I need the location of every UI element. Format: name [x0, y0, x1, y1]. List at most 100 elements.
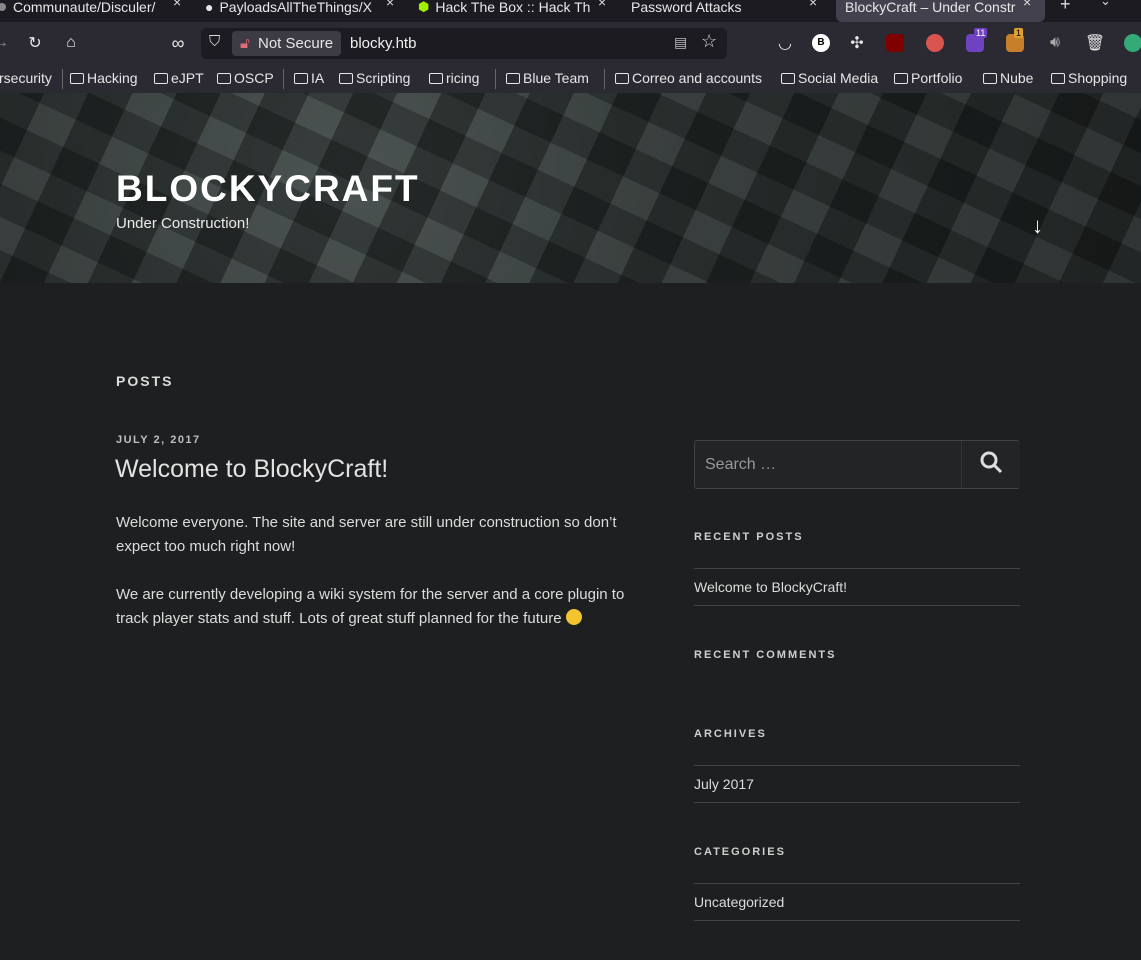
tab-bar: Communaute/Disculer/ × ● PayloadsAllTheT… — [0, 0, 1141, 22]
bookmark-folder[interactable]: Shopping — [1051, 70, 1127, 86]
bookmark-separator — [62, 69, 63, 89]
bookmark-folder[interactable]: Blue Team — [506, 70, 589, 86]
tab-blockycraft[interactable]: BlockyCraft – Under Constr × — [836, 0, 1045, 22]
archive-link[interactable]: July 2017 — [694, 766, 1020, 802]
bookmark-label: Shopping — [1068, 70, 1128, 86]
tab-hackthebox[interactable]: ⬢ Hack The Box :: Hack Th × — [418, 0, 618, 22]
tab-payloads[interactable]: ● PayloadsAllTheThings/X × — [205, 0, 405, 22]
recent-post-link[interactable]: Welcome to BlockyCraft! — [694, 569, 1020, 605]
bookmark-folder[interactable]: IA — [294, 70, 324, 86]
extension-green-icon[interactable] — [1124, 34, 1141, 52]
reload-icon[interactable]: ↻ — [24, 32, 46, 54]
post-paragraph-text: We are currently developing a wiki syste… — [116, 586, 625, 627]
private-browsing-icon[interactable]: ∞ — [167, 32, 189, 54]
not-secure-badge[interactable]: 🔓︎ Not Secure — [232, 31, 342, 56]
bookmark-folder[interactable]: Portfolio — [894, 70, 962, 86]
new-tab-button[interactable]: + — [1060, 0, 1071, 15]
folder-icon — [615, 72, 629, 84]
forward-icon[interactable]: → — [0, 32, 12, 54]
search-input[interactable] — [705, 451, 955, 479]
favicon-icon — [0, 2, 6, 11]
categories-title: CATEGORIES — [694, 846, 786, 858]
site-title[interactable]: BLOCKYCRAFT — [116, 168, 420, 210]
bookmark-label: Blue Team — [523, 70, 589, 86]
bookmark-star-icon[interactable]: ☆ — [701, 31, 717, 52]
bookmark-label: OSCP — [234, 70, 274, 86]
bookmark-folder[interactable]: ricing — [429, 70, 479, 86]
search-button[interactable] — [961, 441, 1020, 488]
post-paragraph: Welcome everyone. The site and server ar… — [116, 514, 617, 555]
navigation-toolbar: → ↻ ⌂ ∞ ⛉ 🔓︎ Not Secure blocky.htb ▤ ☆ ◡… — [0, 22, 1141, 65]
reader-icon[interactable]: ▤ — [674, 34, 687, 51]
archives-list: July 2017 — [694, 765, 1020, 803]
tab-password-attacks[interactable]: Password Attacks × — [631, 0, 826, 22]
bookmark-separator — [283, 69, 284, 89]
bookmark-label: Scripting — [356, 70, 411, 86]
category-link[interactable]: Uncategorized — [694, 884, 1020, 920]
tab-title: Hack The Box :: Hack Th — [435, 0, 591, 15]
folder-icon — [781, 72, 795, 84]
folder-icon — [1051, 72, 1065, 84]
tab-close-icon[interactable]: × — [386, 0, 394, 10]
categories-list: Uncategorized — [694, 883, 1020, 921]
list-all-tabs-icon[interactable]: ⌄ — [1100, 0, 1111, 9]
badge-count: 1 — [1014, 28, 1024, 38]
url-text[interactable]: blocky.htb — [350, 35, 416, 52]
site-description: Under Construction! — [116, 215, 250, 232]
bookmark-label: eJPT — [171, 70, 204, 86]
extension-red-icon[interactable] — [926, 34, 944, 52]
pocket-icon[interactable]: ◡ — [774, 32, 796, 54]
tab-close-icon[interactable]: × — [598, 0, 606, 10]
tab-close-icon[interactable]: × — [1023, 0, 1031, 10]
bookmark-folder[interactable]: Hacking — [70, 70, 138, 86]
search-icon — [980, 451, 1003, 473]
trash-icon[interactable]: 🗑︎ — [1084, 32, 1106, 54]
archives-title: ARCHIVES — [694, 728, 767, 740]
folder-icon — [339, 72, 353, 84]
smiley-emoji-icon — [565, 609, 582, 625]
ublock-origin-icon[interactable] — [886, 34, 904, 52]
not-secure-label: Not Secure — [258, 35, 334, 52]
github-icon: ● — [205, 0, 214, 15]
url-bar[interactable]: ⛉ 🔓︎ Not Secure blocky.htb ▤ ☆ — [201, 28, 727, 59]
folder-icon — [894, 72, 908, 84]
recent-comments-title: RECENT COMMENTS — [694, 649, 837, 661]
extension-b-icon[interactable]: B — [812, 34, 830, 52]
post-date[interactable]: JULY 2, 2017 — [116, 434, 201, 446]
tab-close-icon[interactable]: × — [809, 0, 817, 10]
folder-icon — [217, 72, 231, 84]
folder-icon — [429, 72, 443, 84]
bookmark-folder[interactable]: Social Media — [781, 70, 878, 86]
hackthebox-icon: ⬢ — [418, 0, 430, 14]
folder-icon — [154, 72, 168, 84]
bookmark-label: Social Media — [798, 70, 879, 86]
posts-heading: POSTS — [116, 373, 174, 389]
bookmark-folder[interactable]: OSCP — [217, 70, 274, 86]
bookmark-folder[interactable]: Nube — [983, 70, 1033, 86]
home-icon[interactable]: ⌂ — [60, 32, 82, 54]
bookmark-folder[interactable]: Scripting — [339, 70, 410, 86]
bookmark-label: ricing — [446, 70, 480, 86]
shield-icon[interactable]: ⛉ — [209, 33, 220, 50]
bookmark-label: Correo and accounts — [632, 70, 762, 86]
bookmark-separator — [604, 69, 605, 89]
bookmark-folder[interactable]: Correo and accounts — [615, 70, 762, 86]
folder-icon — [294, 72, 308, 84]
recent-posts-list: Welcome to BlockyCraft! — [694, 568, 1020, 606]
post-title[interactable]: Welcome to BlockyCraft! — [115, 455, 388, 484]
site-header: BLOCKYCRAFT Under Construction! ↓ — [0, 93, 1141, 283]
bookmark-label: rsecurity — [0, 70, 52, 86]
bookmark-label: Hacking — [87, 70, 138, 86]
tab-title: Communaute/Disculer/ — [13, 0, 156, 15]
tab-communaute[interactable]: Communaute/Disculer/ × — [0, 0, 195, 22]
recent-posts-title: RECENT POSTS — [694, 531, 804, 543]
extension-violet-icon[interactable]: 11 — [966, 28, 988, 52]
extension-orange-icon[interactable]: 1 — [1006, 28, 1024, 52]
speaker-icon[interactable]: 🔊︎ — [1044, 32, 1066, 54]
bookmark-folder[interactable]: eJPT — [154, 70, 204, 86]
insecure-lock-icon: 🔓︎ — [240, 35, 250, 52]
bookmark-folder[interactable]: rsecurity — [0, 70, 52, 86]
extensions-puzzle-icon[interactable]: ✣ — [846, 32, 868, 54]
tab-close-icon[interactable]: × — [173, 0, 181, 10]
scroll-down-arrow-icon[interactable]: ↓ — [1032, 213, 1043, 239]
